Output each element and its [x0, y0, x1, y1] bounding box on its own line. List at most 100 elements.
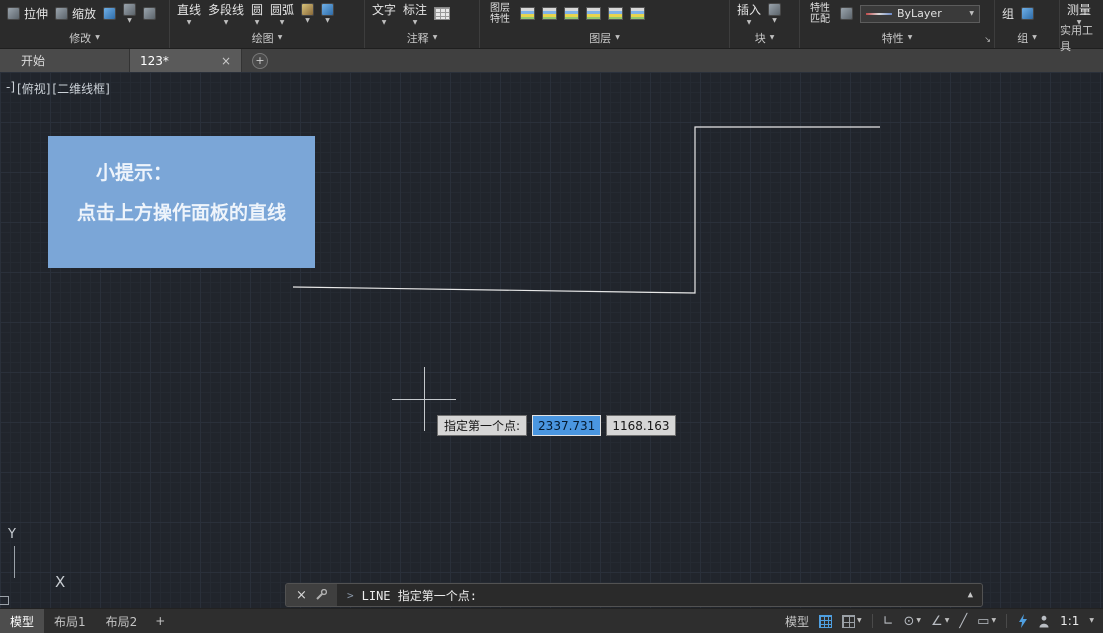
layers-panel-title[interactable]: 图层 ▼	[480, 27, 729, 48]
wrench-icon[interactable]	[315, 589, 327, 601]
line-label: 直线	[177, 1, 201, 18]
command-prompt-icon: >	[347, 589, 354, 602]
properties-palette-icon[interactable]	[840, 7, 853, 20]
plus-icon: +	[155, 614, 165, 628]
layout2-tab-label: 布局2	[106, 613, 138, 630]
circle-button[interactable]: 圆 ▼	[251, 1, 263, 26]
annotate-tools: 文字 ▼ 标注 ▼	[365, 0, 479, 27]
dropdown-caret-icon: ▼	[255, 20, 260, 26]
dropdown-caret-icon: ▼	[772, 18, 777, 24]
gradient-button[interactable]: ▼	[321, 3, 334, 24]
dropdown-caret-icon: ▼	[278, 35, 283, 41]
status-bar: 模型 布局1 布局2 + 模型 ▼ ∟ ⊙ ▼ ∠ ▼ ╱ ▭ ▼	[0, 608, 1103, 633]
insert-button[interactable]: 插入 ▼	[737, 1, 761, 26]
layer-state-icon[interactable]	[520, 7, 535, 20]
status-toggles: 模型 ▼ ∟ ⊙ ▼ ∠ ▼ ╱ ▭ ▼ 1:1 ▼	[785, 609, 1103, 633]
file-tab-start[interactable]: 开始	[0, 49, 130, 72]
command-text: LINE 指定第一个点:	[362, 587, 477, 604]
isometric-drafting-button[interactable]: ∠ ▼	[931, 615, 949, 628]
table-icon[interactable]	[434, 7, 450, 20]
new-layout-button[interactable]: +	[147, 609, 173, 633]
draw-tools: 直线 ▼ 多段线 ▼ 圆 ▼ 圆弧 ▼ ▼ ▼	[170, 0, 364, 27]
history-up-icon[interactable]: ▲	[968, 590, 973, 600]
copy-button[interactable]: ▼	[123, 3, 136, 24]
model-tab[interactable]: 模型	[0, 609, 44, 633]
dropdown-caret-icon: ▼	[991, 618, 996, 624]
layer-properties-button[interactable]: 图层特性	[487, 3, 513, 25]
create-block-button[interactable]: ▼	[768, 3, 781, 24]
modify-panel-label: 修改	[69, 30, 91, 46]
insert-label: 插入	[737, 1, 761, 18]
polar-tracking-button[interactable]: ⊙ ▼	[904, 615, 922, 628]
layer-match-icon[interactable]	[630, 7, 645, 20]
layout1-tab[interactable]: 布局1	[44, 609, 96, 633]
circle-label: 圆	[251, 1, 263, 18]
layer-isolate-icon[interactable]	[542, 7, 557, 20]
polyline-button[interactable]: 多段线 ▼	[208, 1, 244, 26]
annotate-panel-title[interactable]: 注释 ▼	[365, 27, 479, 48]
drawing-tab-label: 123*	[140, 54, 169, 68]
annotation-scale[interactable]: 1:1	[1060, 614, 1079, 628]
object-snap-button[interactable]: ▭ ▼	[977, 615, 996, 628]
isolate-objects-icon[interactable]	[1038, 615, 1050, 628]
fillet-icon[interactable]	[143, 7, 156, 20]
block-panel-title[interactable]: 块 ▼	[730, 27, 799, 48]
array-icon[interactable]	[103, 7, 116, 20]
dropdown-caret-icon: ▼	[1032, 35, 1037, 41]
new-drawing-button[interactable]: +	[252, 53, 268, 69]
snap-mode-button[interactable]: ▼	[842, 615, 862, 628]
dropdown-caret-icon: ▼	[770, 35, 775, 41]
measure-label: 测量	[1067, 1, 1091, 18]
scale-button[interactable]: 缩放	[55, 5, 96, 22]
dropdown-caret-icon: ▼	[413, 20, 418, 26]
layer-freeze-icon[interactable]	[564, 7, 579, 20]
model-space-toggle[interactable]: 模型	[785, 613, 809, 630]
dialog-launcher-icon[interactable]: ↘	[984, 35, 991, 44]
close-icon[interactable]: ×	[213, 54, 231, 68]
object-snap-tracking-icon[interactable]: ╱	[959, 615, 967, 628]
layer-lock-icon[interactable]	[586, 7, 601, 20]
command-input[interactable]: > LINE 指定第一个点: ▲	[338, 584, 982, 606]
dropdown-caret-icon: ▼	[433, 35, 438, 41]
block-tools: 插入 ▼ ▼	[730, 0, 799, 27]
dropdown-caret-icon: ▼	[916, 618, 921, 624]
separator	[872, 614, 873, 628]
layer-off-icon[interactable]	[608, 7, 623, 20]
ribbon-panel-groups: 组 组 ▼	[995, 0, 1060, 48]
hatch-button[interactable]: ▼	[301, 3, 314, 24]
grid-display-icon[interactable]	[819, 615, 832, 628]
draw-panel-title[interactable]: 绘图 ▼	[170, 27, 364, 48]
dimension-button[interactable]: 标注 ▼	[403, 1, 427, 26]
bylayer-dropdown[interactable]: ByLayer ▼	[860, 5, 980, 23]
group-button[interactable]: 组	[1002, 5, 1014, 22]
modify-panel-title[interactable]: 修改 ▼	[0, 27, 169, 48]
line-button[interactable]: 直线 ▼	[177, 1, 201, 26]
match-properties-button[interactable]: 特性匹配	[807, 3, 833, 25]
properties-panel-title[interactable]: 特性 ▼	[800, 27, 994, 48]
drawing-canvas[interactable]: -] [俯视] [二维线框] 小提示： 点击上方操作面板的直线 指定第一个点: …	[0, 72, 1103, 608]
dynamic-input-y-field[interactable]: 1168.163	[606, 415, 675, 436]
file-tab-bar: 开始 123* × +	[0, 48, 1103, 72]
ortho-mode-icon[interactable]: ∟	[883, 615, 894, 628]
dropdown-caret-icon: ▼	[305, 18, 310, 24]
layers-panel-label: 图层	[589, 30, 611, 46]
dropdown-caret-icon: ▼	[1089, 618, 1094, 624]
dropdown-caret-icon: ▼	[945, 618, 950, 624]
command-line[interactable]: × > LINE 指定第一个点: ▲	[285, 583, 983, 607]
layer-tools: 图层特性	[480, 0, 729, 27]
close-icon[interactable]: ×	[296, 588, 307, 603]
stretch-button[interactable]: 拉伸	[7, 5, 48, 22]
groups-panel-title[interactable]: 组 ▼	[995, 27, 1059, 48]
graphics-performance-icon[interactable]	[1017, 614, 1028, 628]
text-button[interactable]: 文字 ▼	[372, 1, 396, 26]
dropdown-caret-icon: ▼	[187, 20, 192, 26]
ungroup-icon[interactable]	[1021, 7, 1034, 20]
file-tab-drawing[interactable]: 123* ×	[130, 49, 242, 72]
dynamic-input-x-field[interactable]: 2337.731	[532, 415, 601, 436]
ribbon-panel-block: 插入 ▼ ▼ 块 ▼	[730, 0, 800, 48]
layout2-tab[interactable]: 布局2	[96, 609, 148, 633]
arc-button[interactable]: 圆弧 ▼	[270, 1, 294, 26]
annotate-panel-label: 注释	[407, 30, 429, 46]
dropdown-caret-icon: ▼	[615, 35, 620, 41]
utilities-panel-title[interactable]: 实用工具	[1060, 27, 1103, 48]
